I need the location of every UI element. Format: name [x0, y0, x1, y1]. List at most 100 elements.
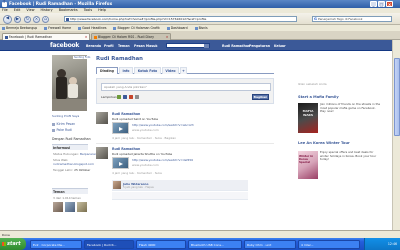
fb-search-input[interactable] — [166, 43, 210, 48]
story-comment: Julie Widarsono 5 jam yang lalu · Hapus — [112, 180, 248, 191]
story-source: www.youtube.com — [132, 163, 159, 167]
menu-view[interactable]: View — [26, 8, 34, 12]
menu-help[interactable]: Help — [98, 8, 106, 12]
add-tab-button[interactable]: + — [180, 67, 187, 74]
taskbar: start Ev2 · Corporate Nw... Facebook | R… — [0, 238, 400, 250]
link-attach-icon[interactable] — [135, 95, 139, 99]
navigation-toolbar: ◀ ▶ ↻ × ⌂ http://www.facebook.com/home.p… — [0, 13, 400, 25]
edit-profile-link[interactable]: Sunting Profil Saya — [52, 114, 79, 118]
info-section-header: Informasi — [52, 144, 88, 150]
search-icon[interactable] — [204, 44, 209, 48]
menu-file[interactable]: File — [2, 8, 8, 12]
nav-pesan-masuk[interactable]: Pesan Masuk — [134, 44, 158, 48]
edit-photo-link[interactable]: Sunting Foto — [73, 56, 92, 59]
tab-strip: Facebook | Rudi Ramadhan × Blogger: Di H… — [0, 31, 400, 40]
menu-history[interactable]: History — [41, 8, 53, 12]
nav-pengaturan[interactable]: Pengaturan — [249, 44, 270, 48]
start-button[interactable]: start — [0, 238, 26, 250]
system-tray-clock: 12:46 — [364, 238, 400, 250]
menu-edit[interactable]: Edit — [14, 8, 21, 12]
search-input[interactable]: G Penerjemah Tago di Facebook — [312, 16, 392, 22]
photo-attach-icon[interactable] — [117, 95, 121, 99]
video-thumbnail[interactable] — [112, 157, 129, 169]
bookmark-icon — [44, 26, 48, 30]
comment-input[interactable] — [112, 192, 248, 200]
ad-description: Join millions of friends on the streets … — [320, 102, 381, 114]
friends-section-header: Teman — [52, 188, 88, 194]
tab-video[interactable]: Video — [162, 67, 179, 74]
profile-picture[interactable] — [52, 55, 87, 111]
profile-name: Rudi Ramadhan — [96, 56, 143, 62]
blogger-favicon-icon — [93, 35, 97, 39]
menu-bookmarks[interactable]: Bookmarks — [59, 8, 78, 12]
bookmark-icon — [194, 26, 198, 30]
ad-title[interactable]: Lee An Korea Winter Tour — [298, 141, 350, 145]
story-link[interactable]: http://www.youtube.com/watch?v=abc123 — [132, 123, 194, 127]
tab-kotak-foto[interactable]: Kotak Foto — [134, 67, 161, 74]
ad-title[interactable]: Start a Mafia Family — [298, 95, 339, 99]
story-author[interactable]: Rudi Ramadhan — [112, 147, 140, 151]
close-button[interactable]: × — [386, 1, 393, 7]
status-input[interactable]: Apakah yang Anda pikirkan? — [101, 83, 271, 91]
poke-link[interactable]: Poke Rudi — [52, 128, 72, 132]
commenter-name[interactable]: Julie Widarsono — [123, 182, 148, 186]
send-message-link[interactable]: Kirim Pesan — [52, 122, 75, 126]
nav-teman[interactable]: Teman — [118, 44, 130, 48]
stop-icon[interactable]: × — [33, 15, 40, 23]
tab-info[interactable]: Info — [119, 67, 133, 74]
story-author[interactable]: Rudi Ramadhan — [112, 112, 140, 116]
account-name[interactable]: Rudi Ramadhan — [222, 44, 250, 48]
reload-icon[interactable]: ↻ — [24, 15, 31, 23]
poke-icon — [52, 128, 55, 132]
event-attach-icon[interactable] — [129, 95, 133, 99]
friend-avatar[interactable] — [53, 202, 63, 212]
commenter-avatar[interactable] — [113, 181, 121, 189]
scrollbar-thumb[interactable] — [394, 58, 400, 136]
avatar[interactable] — [96, 147, 108, 159]
ad-image[interactable]: Winter in Korea Special — [298, 151, 318, 179]
story-link[interactable]: http://www.youtube.com/watch?v=def456 — [132, 158, 193, 162]
tab-blogger[interactable]: Blogger: Di Halam RSS - Rudi Diary × — [91, 32, 171, 40]
bookmark-icon — [2, 26, 5, 30]
share-button[interactable]: Bagikan — [252, 94, 269, 100]
ad-image[interactable]: MAFIA WARS — [298, 103, 318, 133]
minimize-button[interactable]: _ — [370, 1, 377, 7]
taskbar-item[interactable]: Ev2 · Corporate Nw... — [30, 239, 82, 249]
forward-icon[interactable]: ▶ — [14, 15, 21, 23]
taskbar-item[interactable]: Facebook | Rudi R... — [84, 239, 134, 249]
taskbar-item[interactable]: Ruby Ohm · unit — [244, 239, 296, 249]
nav-beranda[interactable]: Beranda — [86, 44, 101, 48]
video-thumbnail[interactable] — [112, 122, 129, 134]
story-divider — [96, 143, 274, 144]
avatar[interactable] — [96, 112, 108, 124]
taskbar-item[interactable]: Bluetooth USB Cons... — [188, 239, 242, 249]
address-bar[interactable]: http://www.facebook.com/home.php?ref=hom… — [64, 16, 297, 22]
home-icon[interactable]: ⌂ — [42, 15, 49, 23]
friend-avatar[interactable] — [65, 202, 75, 212]
vertical-scrollbar[interactable] — [392, 40, 400, 230]
facebook-logo[interactable]: facebook — [50, 42, 79, 49]
tab-label: Blogger: Di Halam RSS - Rudi Diary — [98, 34, 154, 39]
nav-keluar[interactable]: Keluar — [274, 44, 286, 48]
taskbar-item[interactable]: Flash 4900 — [136, 239, 186, 249]
tab-dinding[interactable]: Dinding — [96, 67, 118, 74]
facebook-header: facebook Beranda Profil Teman Pesan Masu… — [0, 40, 392, 51]
tab-facebook[interactable]: Facebook | Rudi Ramadhan × — [2, 32, 90, 40]
info-row-link[interactable]: rudiramadhan.blogspot.com — [53, 162, 94, 166]
taskbar-item[interactable]: 4 Inter... — [298, 239, 360, 249]
tab-label: Facebook | Rudi Ramadhan — [9, 34, 53, 39]
info-row: Tanggal Lahir: 25 Oktober — [53, 168, 91, 172]
friend-avatar[interactable] — [77, 202, 87, 212]
feed-story: Rudi Ramadhan Rudi uploaded Sakit on You… — [96, 112, 274, 142]
facebook-favicon-icon — [4, 35, 8, 39]
video-attach-icon[interactable] — [123, 95, 127, 99]
maximize-button[interactable]: □ — [378, 1, 385, 7]
profile-tabs: Dinding Info Kotak Foto Video + — [96, 67, 274, 74]
info-row: Status Hubungan: Berpacaran — [53, 152, 97, 156]
back-icon[interactable]: ◀ — [3, 14, 12, 24]
ads-header: Iklan sebelah Anda — [298, 82, 327, 86]
story-meta: 4 jam yang lalu · Komentari · Suka · Bag… — [112, 136, 177, 140]
friends-count[interactable]: 3 dari 1.014 teman — [53, 196, 81, 200]
menu-tools[interactable]: Tools — [84, 8, 92, 12]
nav-profil[interactable]: Profil — [104, 44, 114, 48]
